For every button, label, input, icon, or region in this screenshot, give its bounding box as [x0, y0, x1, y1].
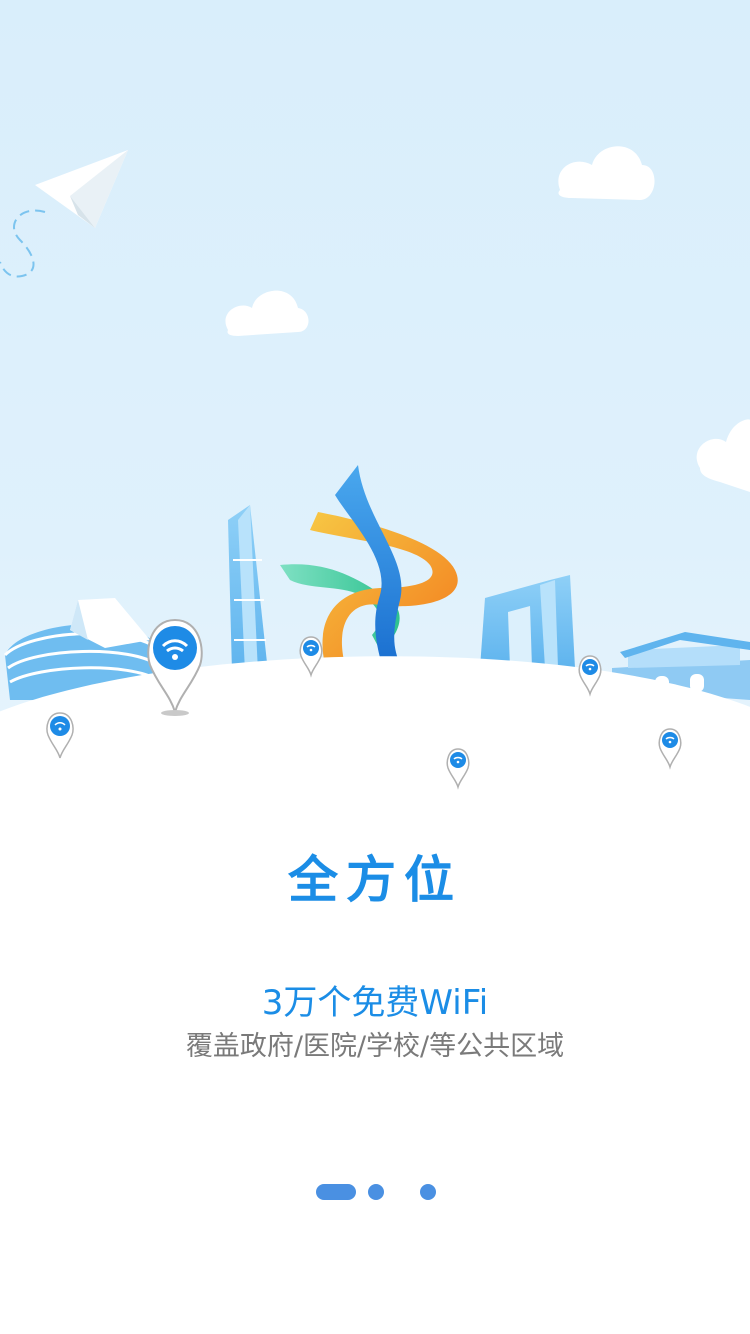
- city-illustration: [0, 146, 750, 800]
- page-dot-active[interactable]: [316, 1184, 356, 1200]
- page-dot[interactable]: [420, 1184, 436, 1200]
- onboarding-description: 覆盖政府/医院/学校/等公共区域: [185, 1031, 565, 1062]
- tower-icon: [228, 505, 268, 672]
- cloud-icon: [696, 419, 750, 492]
- onboarding-subtitle: 3万个免费WiFi: [261, 983, 489, 1023]
- cloud-icon: [225, 290, 309, 336]
- page-dot[interactable]: [368, 1184, 384, 1200]
- onboarding-screen[interactable]: 全方位 3万个免费WiFi 覆盖政府/医院/学校/等公共区域: [0, 0, 750, 1334]
- onboarding-title: 全方位: [288, 851, 462, 909]
- gate-building-icon: [480, 575, 575, 668]
- ribbon-sculpture-icon: [280, 465, 458, 665]
- cloud-icon: [558, 146, 655, 200]
- paper-plane-icon: [0, 150, 128, 278]
- page-indicator: [0, 1184, 750, 1200]
